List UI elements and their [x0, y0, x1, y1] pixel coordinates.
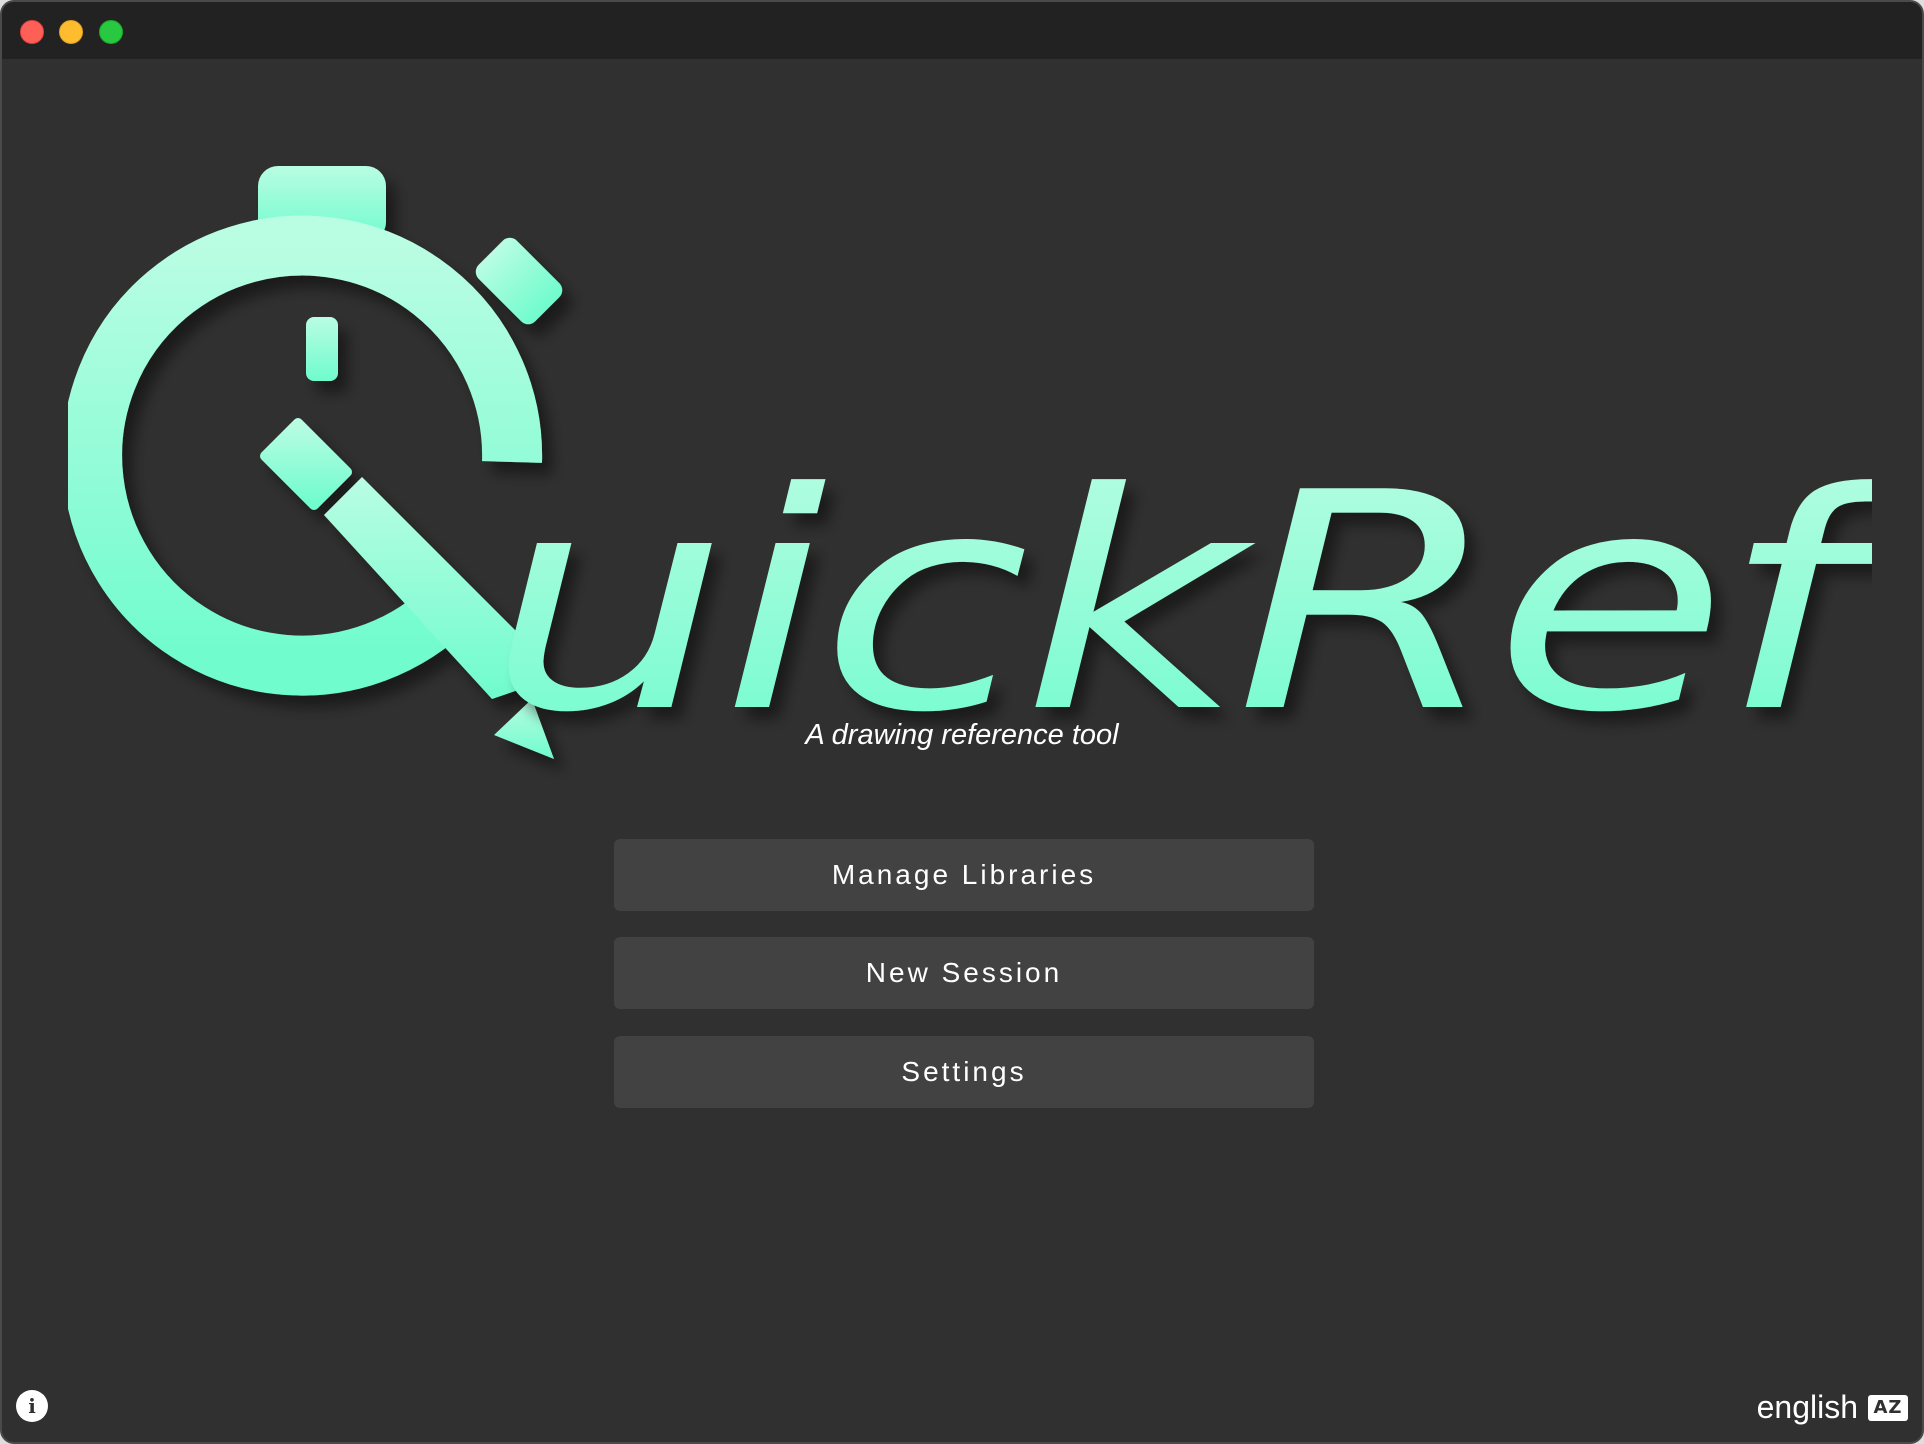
translate-icon-glyph: AZ [1873, 1397, 1903, 1418]
info-icon[interactable]: i [16, 1390, 48, 1422]
minimize-window-button[interactable] [59, 20, 83, 44]
settings-label: Settings [901, 1056, 1027, 1087]
manage-libraries-button[interactable]: Manage Libraries [614, 839, 1314, 911]
language-selector[interactable]: english AZ [1757, 1389, 1908, 1426]
language-label: english [1756, 1389, 1858, 1425]
app-window: uickRef A drawing reference tool Manage … [0, 0, 1924, 1444]
main-content: uickRef A drawing reference tool Manage … [2, 59, 1922, 1442]
new-session-label: New Session [865, 957, 1063, 988]
new-session-button[interactable]: New Session [614, 937, 1314, 1009]
translate-icon: AZ [1868, 1394, 1908, 1421]
maximize-window-button[interactable] [99, 20, 123, 44]
close-window-button[interactable] [20, 20, 44, 44]
manage-libraries-label: Manage Libraries [831, 859, 1097, 890]
app-subtitle: A drawing reference tool [805, 719, 1119, 751]
info-icon-glyph: i [28, 1394, 36, 1418]
quickref-logo: uickRef [62, 166, 1872, 778]
title-bar [2, 2, 1922, 59]
settings-button[interactable]: Settings [614, 1036, 1314, 1108]
